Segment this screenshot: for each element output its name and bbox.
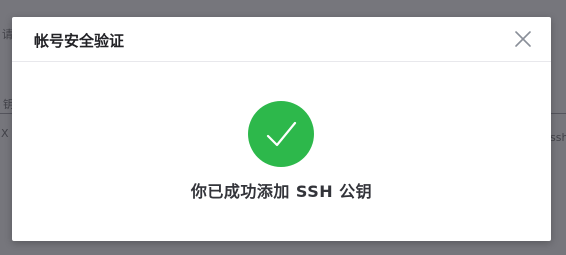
modal-header: 帐号安全验证 <box>12 17 551 62</box>
success-message: 你已成功添加 SSH 公钥 <box>190 182 373 201</box>
success-badge <box>248 101 314 167</box>
modal-body: 你已成功添加 SSH 公钥 <box>12 62 551 241</box>
account-security-modal: 帐号安全验证 你已成功添加 SSH 公钥 <box>12 17 551 241</box>
close-button[interactable] <box>511 27 535 51</box>
modal-title: 帐号安全验证 <box>34 32 125 50</box>
close-icon <box>515 31 531 47</box>
checkmark-icon <box>266 121 297 147</box>
